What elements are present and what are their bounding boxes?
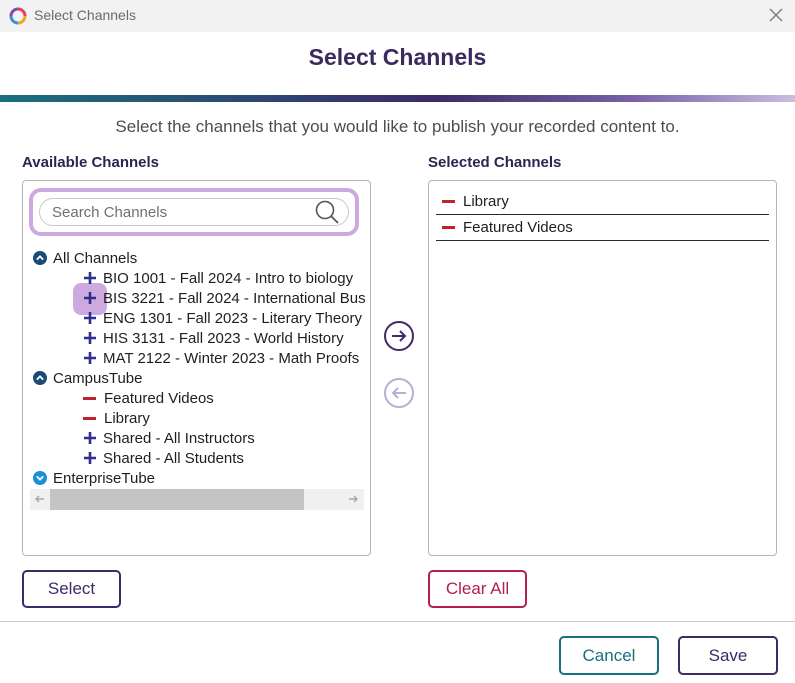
- dialog-title: Select Channels: [308, 44, 487, 70]
- tree-item-label: HIS 3131 - Fall 2023 - World History: [103, 329, 344, 347]
- tree-item-label: Library: [104, 409, 150, 427]
- scroll-left-icon[interactable]: [33, 492, 47, 506]
- tree-item[interactable]: MAT 2122 - Winter 2023 - Math Proofs: [83, 348, 359, 368]
- search-input[interactable]: [39, 198, 349, 226]
- minus-icon[interactable]: [83, 396, 96, 400]
- footer-divider: [0, 621, 795, 622]
- close-icon[interactable]: [765, 4, 787, 26]
- dialog-instructions: Select the channels that you would like …: [115, 117, 680, 136]
- plus-icon[interactable]: [83, 351, 97, 365]
- tree-item-label: MAT 2122 - Winter 2023 - Math Proofs: [103, 349, 360, 367]
- add-to-selected-button[interactable]: [383, 320, 415, 352]
- plus-icon[interactable]: [83, 271, 97, 285]
- select-button[interactable]: Select: [22, 570, 121, 608]
- available-channels-label: Available Channels: [22, 154, 159, 171]
- window-titlebar: Select Channels: [0, 0, 795, 32]
- tree-group-label: EnterpriseTube: [53, 469, 155, 487]
- channel-tree: All Channels BIO 1001 - Fall 2024 - Intr…: [23, 248, 365, 488]
- search-focus-ring: [29, 188, 359, 236]
- plus-icon[interactable]: [83, 291, 97, 305]
- save-button[interactable]: Save: [678, 636, 778, 675]
- tree-group-campustube[interactable]: CampusTube: [33, 368, 143, 388]
- minus-icon[interactable]: [442, 226, 455, 229]
- plus-icon[interactable]: [83, 431, 97, 445]
- tree-item[interactable]: Shared - All Students: [83, 448, 244, 468]
- plus-icon[interactable]: [83, 311, 97, 325]
- selected-item[interactable]: Featured Videos: [436, 215, 769, 241]
- tree-item-label: ENG 1301 - Fall 2023 - Literary Theory: [103, 309, 363, 327]
- minus-icon[interactable]: [442, 200, 455, 203]
- cancel-button[interactable]: Cancel: [559, 636, 659, 675]
- tree-item[interactable]: ENG 1301 - Fall 2023 - Literary Theory: [83, 308, 362, 328]
- chevron-down-circle-icon[interactable]: [33, 471, 47, 485]
- tree-item-label: BIS 3221 - Fall 2024 - International Bus…: [103, 289, 365, 307]
- selected-channels-label: Selected Channels: [428, 154, 562, 171]
- chevron-up-circle-icon[interactable]: [33, 371, 47, 385]
- tree-item-label: Shared - All Instructors: [103, 429, 255, 447]
- tree-item[interactable]: Featured Videos: [83, 388, 214, 408]
- search-icon[interactable]: [314, 199, 340, 225]
- chevron-up-circle-icon[interactable]: [33, 251, 47, 265]
- clear-all-button[interactable]: Clear All: [428, 570, 527, 608]
- tree-group-enterprisetube[interactable]: EnterpriseTube: [33, 468, 155, 488]
- tree-item[interactable]: Library: [83, 408, 150, 428]
- selected-item-label: Featured Videos: [463, 219, 573, 236]
- scroll-right-icon[interactable]: [346, 492, 360, 506]
- selected-item-label: Library: [463, 193, 509, 210]
- tree-group-label: CampusTube: [53, 369, 143, 387]
- tree-item-label: Featured Videos: [104, 389, 214, 407]
- tree-item[interactable]: HIS 3131 - Fall 2023 - World History: [83, 328, 344, 348]
- scrollbar-thumb[interactable]: [50, 489, 304, 510]
- selected-item[interactable]: Library: [436, 189, 769, 215]
- tree-group-all-channels[interactable]: All Channels: [33, 248, 137, 268]
- tree-item-label: Shared - All Students: [103, 449, 244, 467]
- plus-icon[interactable]: [83, 331, 97, 345]
- tree-item-label: BIO 1001 - Fall 2024 - Intro to biology: [103, 269, 354, 287]
- minus-icon[interactable]: [83, 416, 96, 420]
- remove-from-selected-button[interactable]: [383, 377, 415, 409]
- plus-icon[interactable]: [83, 451, 97, 465]
- horizontal-scrollbar[interactable]: [30, 489, 364, 510]
- tree-item[interactable]: Shared - All Instructors: [83, 428, 255, 448]
- tree-group-label: All Channels: [53, 249, 138, 267]
- app-logo-icon: [9, 7, 27, 25]
- header-divider: [0, 95, 795, 102]
- tree-item[interactable]: BIS 3221 - Fall 2024 - International Bus…: [83, 288, 365, 308]
- window-title: Select Channels: [34, 7, 136, 23]
- tree-item[interactable]: BIO 1001 - Fall 2024 - Intro to biology: [83, 268, 353, 288]
